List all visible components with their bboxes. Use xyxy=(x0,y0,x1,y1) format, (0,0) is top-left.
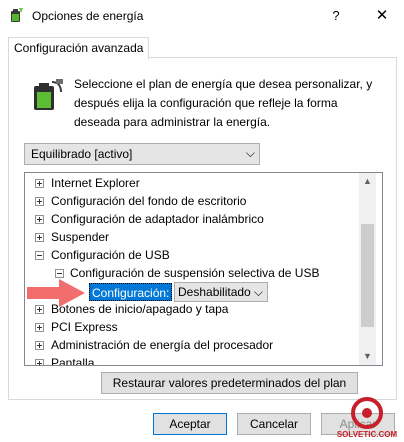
tree-item-label: Configuración de USB xyxy=(51,248,170,262)
description-line-2: después elija la configuración que refle… xyxy=(74,96,338,110)
scroll-down-icon[interactable]: ▼ xyxy=(359,348,376,365)
help-button[interactable]: ? xyxy=(326,6,346,26)
cancel-button[interactable]: Cancelar xyxy=(237,413,311,435)
tree-item-label: Configuración de adaptador inalámbrico xyxy=(51,212,264,226)
red-arrow-icon xyxy=(27,279,85,307)
close-button[interactable]: ✕ xyxy=(370,6,394,26)
solvetic-logo-icon: SOLVETIC.COM xyxy=(337,397,398,439)
setting-label: Configuración: xyxy=(89,283,173,301)
description-line-1: Seleccione el plan de energía que desea … xyxy=(74,77,373,91)
power-plan-select[interactable]: Equilibrado [activo] ⌵ xyxy=(24,143,260,165)
tree-item-label: Configuración del fondo de escritorio xyxy=(51,194,247,208)
power-plan-value: Equilibrado [activo] xyxy=(31,147,133,161)
ok-button[interactable]: Aceptar xyxy=(153,413,227,435)
tree-item-label: Configuración de suspensión selectiva de… xyxy=(70,266,320,280)
settings-tree[interactable]: Internet Explorer Configuración del fond… xyxy=(24,172,383,366)
chevron-down-icon: ⌵ xyxy=(253,285,263,299)
setting-value: Deshabilitado xyxy=(178,285,251,299)
description-text: Seleccione el plan de energía que desea … xyxy=(74,75,384,132)
battery-plug-icon xyxy=(34,79,63,110)
restore-defaults-button[interactable]: Restaurar valores predeterminados del pl… xyxy=(101,372,358,394)
setting-select[interactable]: Deshabilitado ⌵ xyxy=(174,282,268,302)
tab-advanced-settings[interactable]: Configuración avanzada xyxy=(8,37,150,59)
watermark-text: SOLVETIC.COM xyxy=(337,430,398,439)
tree-item-label: Suspender xyxy=(51,230,110,244)
expand-plus-icon[interactable] xyxy=(35,323,44,332)
expand-plus-icon[interactable] xyxy=(35,197,44,206)
expand-plus-icon[interactable] xyxy=(35,215,44,224)
tree-item-label: Pantalla xyxy=(51,356,95,366)
collapse-minus-icon[interactable] xyxy=(55,269,64,278)
tree-scrollbar[interactable]: ▲ ▼ xyxy=(359,173,376,365)
expand-plus-icon[interactable] xyxy=(35,179,44,188)
expand-plus-icon[interactable] xyxy=(35,359,44,365)
scroll-up-icon[interactable]: ▲ xyxy=(359,173,376,190)
power-options-icon xyxy=(11,8,23,22)
chevron-down-icon: ⌵ xyxy=(245,146,255,160)
tree-item-label: Internet Explorer xyxy=(51,176,140,190)
tree-item-label: PCI Express xyxy=(51,320,118,334)
tree-item-label: Administración de energía del procesador xyxy=(51,338,274,352)
description-line-3: deseada para administrar la energía. xyxy=(74,115,271,129)
title-bar: Opciones de energía ? ✕ xyxy=(0,0,404,32)
expand-plus-icon[interactable] xyxy=(35,341,44,350)
window-title: Opciones de energía xyxy=(32,9,144,23)
collapse-minus-icon[interactable] xyxy=(35,251,44,260)
expand-plus-icon[interactable] xyxy=(35,233,44,242)
scrollbar-thumb[interactable] xyxy=(361,224,374,327)
